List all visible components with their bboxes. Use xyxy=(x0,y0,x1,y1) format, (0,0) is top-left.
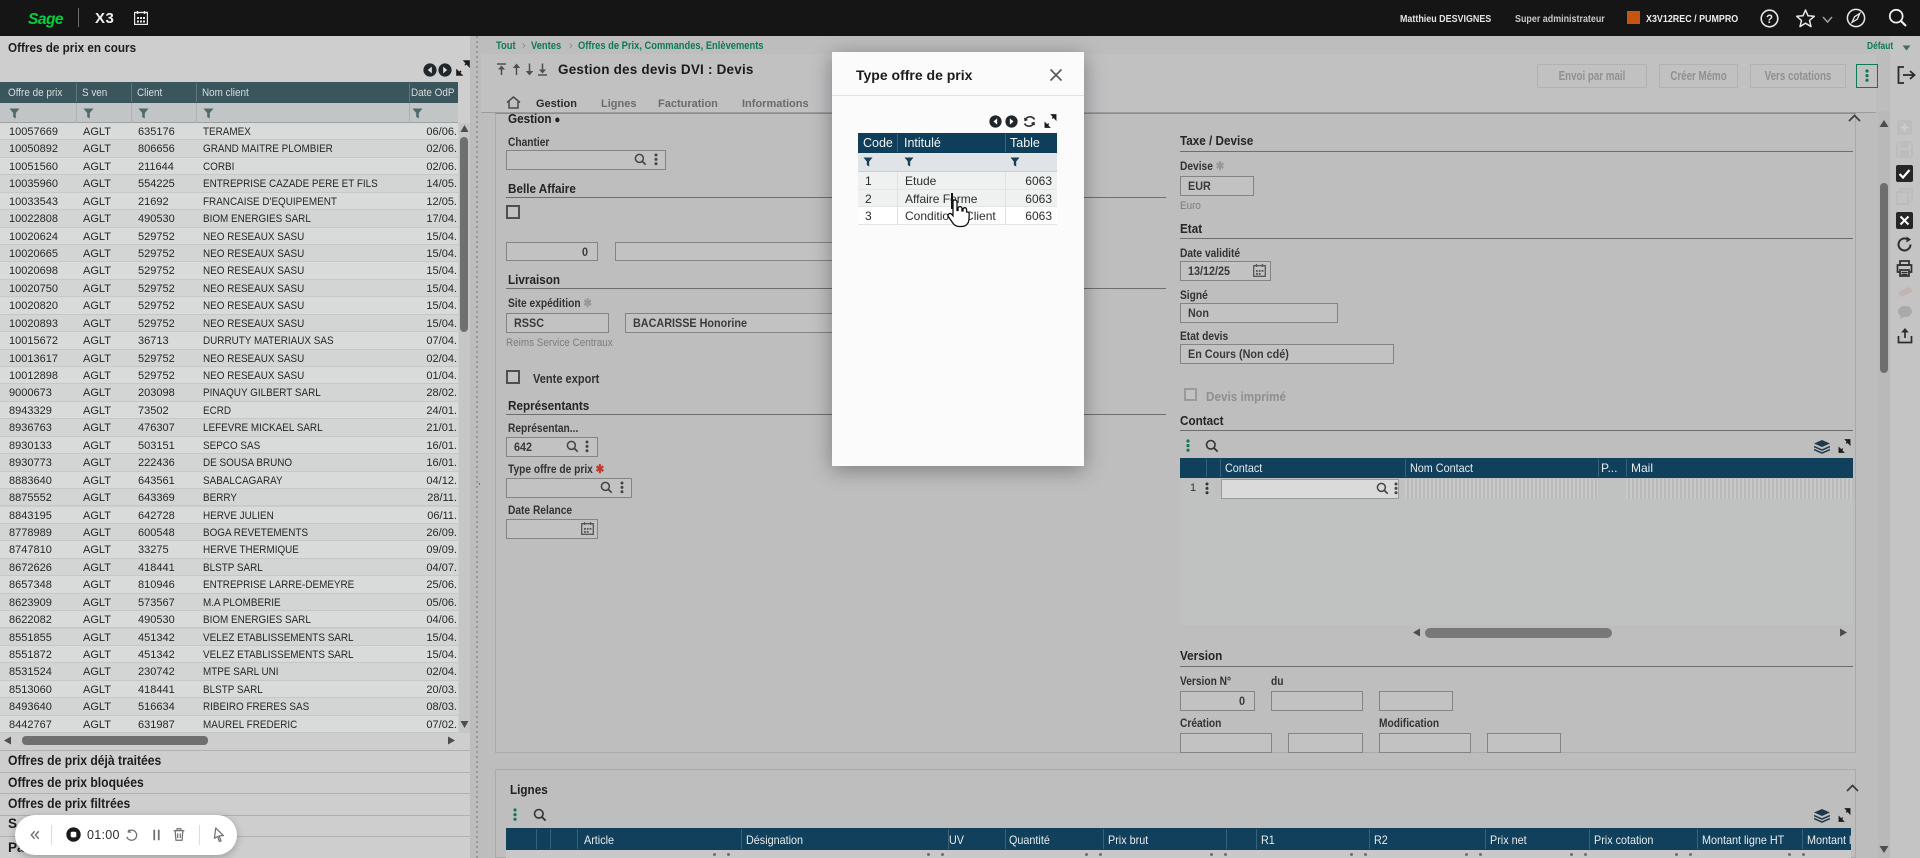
svg-text:Sage: Sage xyxy=(28,11,64,28)
svg-text:?: ? xyxy=(1766,14,1773,26)
